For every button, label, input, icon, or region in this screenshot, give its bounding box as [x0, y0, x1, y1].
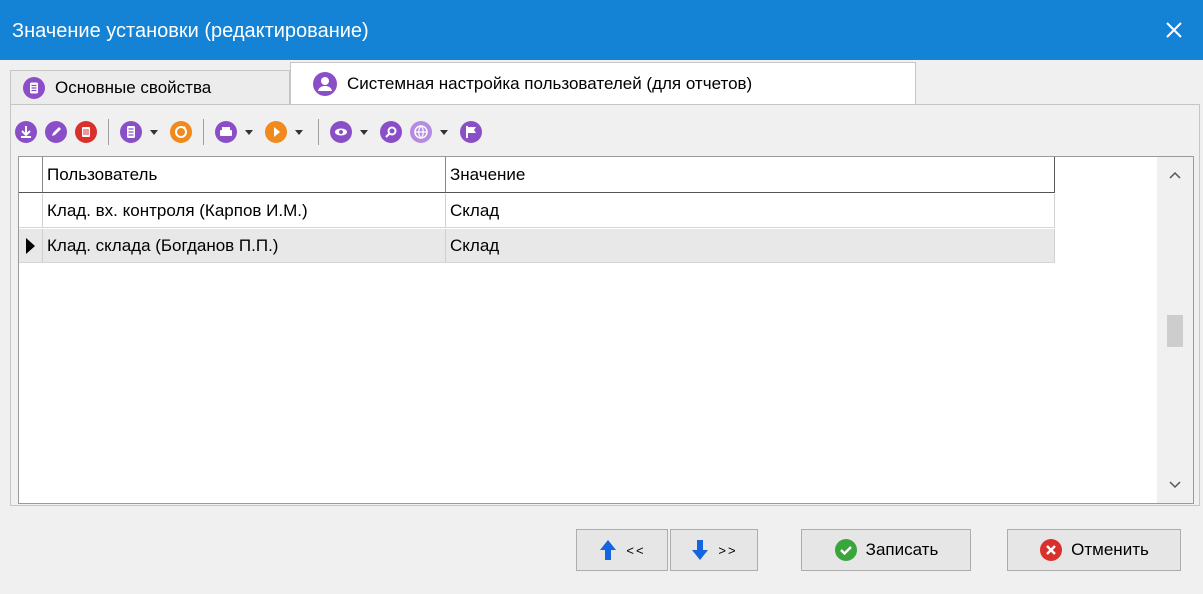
save-label: Записать: [865, 540, 939, 559]
flag-button[interactable]: [459, 120, 483, 144]
globe-dropdown[interactable]: [439, 120, 449, 144]
scroll-up-button[interactable]: [1157, 157, 1193, 193]
vertical-scrollbar[interactable]: [1157, 157, 1193, 503]
user-icon: [313, 71, 337, 96]
print-icon: [215, 121, 237, 143]
print-dropdown[interactable]: [244, 120, 254, 144]
table-row-current[interactable]: Клад. склада (Богданов П.П.) Склад: [19, 229, 1055, 263]
next-label: >>: [718, 542, 738, 558]
add-button[interactable]: [14, 120, 38, 144]
check-icon: [834, 538, 858, 562]
current-row-arrow-icon: [19, 229, 43, 262]
list-button[interactable]: [119, 120, 143, 144]
table-row[interactable]: Клад. вх. контроля (Карпов И.М.) Склад: [19, 194, 1055, 228]
tab-main-properties[interactable]: Основные свойства: [10, 70, 290, 104]
run-button[interactable]: [264, 120, 288, 144]
add-icon: [15, 121, 37, 143]
toolbar-separator: [203, 119, 204, 145]
toolbar-separator: [108, 119, 109, 145]
row-indicator-header: [19, 157, 43, 192]
run-icon: [265, 121, 287, 143]
edit-icon: [45, 121, 67, 143]
grid-header: Пользователь Значение: [19, 157, 1055, 193]
refresh-icon: [170, 121, 192, 143]
edit-button[interactable]: [44, 120, 68, 144]
delete-button[interactable]: [74, 120, 98, 144]
close-button[interactable]: [1145, 0, 1203, 60]
search-icon: [380, 121, 402, 143]
list-icon: [23, 76, 45, 99]
next-record-button[interactable]: >>: [670, 529, 758, 571]
row-indicator: [19, 194, 43, 227]
tab-system-user-settings[interactable]: Системная настройка пользователей (для о…: [290, 62, 916, 104]
save-button[interactable]: Записать: [801, 529, 971, 571]
window-title: Значение установки (редактирование): [12, 20, 369, 42]
globe-button[interactable]: [409, 120, 433, 144]
cell-user[interactable]: Клад. склада (Богданов П.П.): [43, 229, 446, 262]
users-grid[interactable]: Пользователь Значение Клад. вх. контроля…: [18, 156, 1194, 504]
list-dropdown[interactable]: [149, 120, 159, 144]
previous-record-button[interactable]: <<: [576, 529, 668, 571]
cancel-button[interactable]: Отменить: [1007, 529, 1181, 571]
chevron-down-icon: [1169, 481, 1181, 489]
toolbar: [14, 114, 489, 150]
globe-icon: [410, 121, 432, 143]
tab-strip: Основные свойства Системная настройка по…: [10, 62, 1200, 104]
toolbar-separator: [318, 119, 319, 145]
view-button[interactable]: [329, 120, 353, 144]
print-button[interactable]: [214, 120, 238, 144]
scroll-down-button[interactable]: [1157, 467, 1193, 503]
tab-label: Системная настройка пользователей (для о…: [347, 73, 753, 93]
arrow-up-icon: [598, 539, 618, 561]
refresh-button[interactable]: [169, 120, 193, 144]
cell-value[interactable]: Склад: [446, 194, 1055, 227]
title-bar: Значение установки (редактирование): [0, 0, 1203, 60]
tab-label: Основные свойства: [55, 77, 212, 97]
view-icon: [330, 121, 352, 143]
delete-icon: [75, 121, 97, 143]
view-dropdown[interactable]: [359, 120, 369, 144]
cell-value[interactable]: Склад: [446, 229, 1055, 262]
close-icon: [1166, 22, 1182, 38]
previous-label: <<: [626, 542, 646, 558]
cancel-label: Отменить: [1071, 540, 1149, 559]
column-header-user[interactable]: Пользователь: [43, 157, 446, 192]
chevron-up-icon: [1169, 171, 1181, 179]
cell-user[interactable]: Клад. вх. контроля (Карпов И.М.): [43, 194, 446, 227]
arrow-down-icon: [690, 539, 710, 561]
scroll-thumb[interactable]: [1167, 315, 1183, 347]
flag-icon: [460, 121, 482, 143]
column-header-value[interactable]: Значение: [446, 157, 1055, 192]
search-button[interactable]: [379, 120, 403, 144]
cancel-icon: [1039, 538, 1063, 562]
list-icon: [120, 121, 142, 143]
run-dropdown[interactable]: [294, 120, 304, 144]
